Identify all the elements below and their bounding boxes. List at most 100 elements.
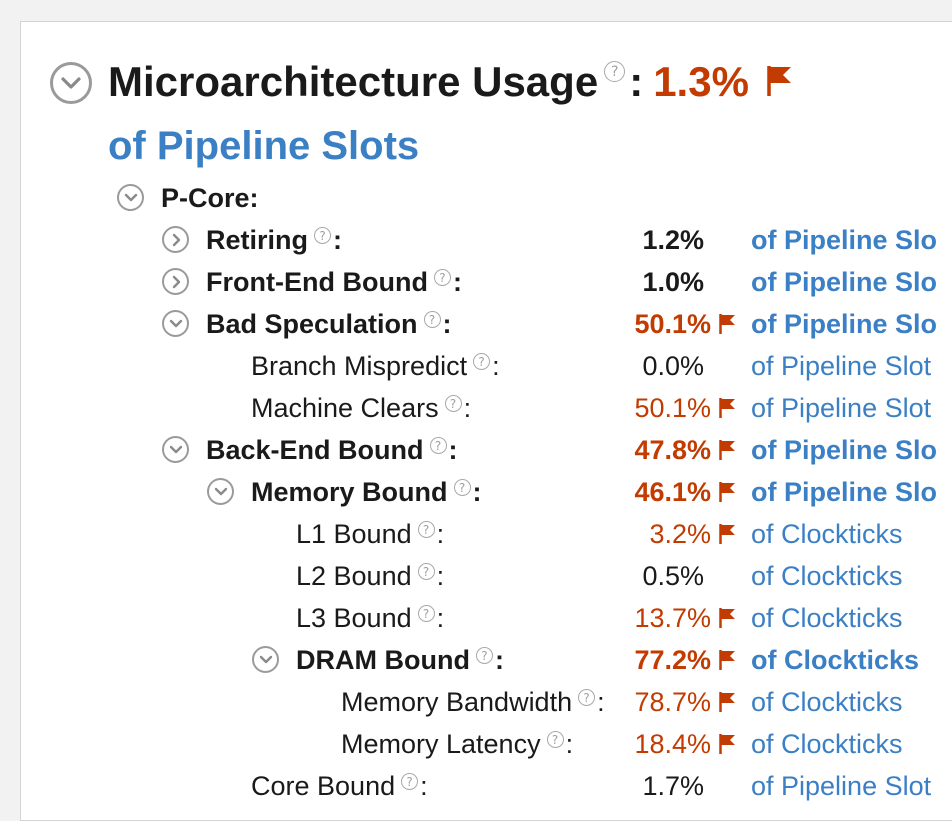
- metric-colon: :: [494, 645, 504, 675]
- warning-flag-icon: [718, 607, 736, 634]
- metric-label: Back-End Bound?:: [206, 434, 458, 466]
- help-icon[interactable]: ?: [444, 395, 462, 412]
- tree-row: L2 Bound?: 0.5% of Clockticks: [0, 554, 952, 596]
- tree-row: L1 Bound?: 3.2% of Clockticks: [0, 512, 952, 554]
- metric-value: 47.8%: [634, 435, 711, 465]
- help-icon[interactable]: ?: [433, 269, 451, 286]
- warning-flag-icon: [718, 523, 736, 550]
- metric-colon: :: [333, 225, 343, 255]
- tree-row: Machine Clears?: 50.1% of Pipeline Slot: [0, 386, 952, 428]
- metric-value: 78.7%: [634, 687, 711, 717]
- metric-unit: of Pipeline Slo: [751, 309, 938, 339]
- chevron-down-icon: [214, 487, 227, 495]
- warning-flag-icon: [718, 691, 736, 718]
- metric-colon: :: [436, 561, 445, 591]
- metric-colon: :: [442, 309, 452, 339]
- metric-colon: :: [565, 729, 574, 759]
- metric-label: Retiring?:: [206, 224, 342, 256]
- metric-unit: of Pipeline Slo: [751, 225, 938, 255]
- metric-unit: of Pipeline Slot: [751, 351, 932, 381]
- metric-value: 0.5%: [642, 561, 704, 591]
- metric-name: Bad Speculation: [206, 309, 418, 339]
- metric-name: Retiring: [206, 225, 309, 255]
- title-colon: :: [629, 58, 644, 105]
- metric-name: Memory Latency: [341, 729, 541, 759]
- metric-label: Machine Clears?:: [251, 392, 471, 424]
- collapse-toggle-icon[interactable]: [207, 478, 234, 505]
- tree-row: Bad Speculation?: 50.1% of Pipeline Slo: [0, 302, 952, 344]
- help-icon[interactable]: ?: [314, 227, 332, 244]
- metric-name: Branch Mispredict: [251, 351, 468, 381]
- help-icon[interactable]: ?: [417, 521, 435, 538]
- metric-label: L3 Bound?:: [296, 602, 444, 634]
- metric-colon: :: [472, 477, 482, 507]
- metric-name: L1 Bound: [296, 519, 412, 549]
- metric-colon: :: [436, 519, 445, 549]
- metric-name: L2 Bound: [296, 561, 412, 591]
- help-icon[interactable]: ?: [429, 437, 447, 454]
- help-icon[interactable]: ?: [453, 479, 471, 496]
- metric-unit: of Clockticks: [751, 729, 903, 759]
- chevron-down-icon: [259, 655, 272, 663]
- metric-unit: of Clockticks: [751, 687, 903, 717]
- metric-label: Core Bound?:: [251, 770, 428, 802]
- metric-unit: of Clockticks: [751, 603, 903, 633]
- chevron-right-icon: [172, 233, 180, 246]
- metric-name: Memory Bandwidth: [341, 687, 573, 717]
- help-icon[interactable]: ?: [546, 731, 564, 748]
- metric-value: 46.1%: [634, 477, 711, 507]
- help-icon[interactable]: ?: [578, 689, 596, 706]
- metric-label: Memory Bandwidth?:: [341, 686, 605, 718]
- warning-flag-icon: [718, 313, 736, 340]
- tree-row: Memory Latency?: 18.4% of Clockticks: [0, 722, 952, 764]
- help-icon[interactable]: ?: [423, 311, 441, 328]
- collapse-toggle-icon[interactable]: [162, 436, 189, 463]
- title-unit: of Pipeline Slots: [108, 124, 420, 168]
- title-value: 1.3%: [653, 58, 749, 105]
- help-icon[interactable]: ?: [417, 563, 435, 580]
- chevron-down-icon: [169, 319, 182, 327]
- metric-unit: of Pipeline Slo: [751, 267, 938, 297]
- metric-label: DRAM Bound?:: [296, 644, 504, 676]
- tree-row: DRAM Bound?: 77.2% of Clockticks: [0, 638, 952, 680]
- title-text: Microarchitecture Usage: [108, 58, 599, 105]
- metric-name: P-Core:: [161, 183, 259, 213]
- collapse-toggle-icon[interactable]: [162, 310, 189, 337]
- metric-colon: :: [463, 393, 472, 423]
- metric-name: Front-End Bound: [206, 267, 428, 297]
- help-icon[interactable]: ?: [604, 61, 626, 82]
- expand-toggle-icon[interactable]: [162, 226, 189, 253]
- metric-label: Bad Speculation?:: [206, 308, 452, 340]
- tree-row: Memory Bound?: 46.1% of Pipeline Slo: [0, 470, 952, 512]
- tree-row: P-Core:: [0, 176, 952, 218]
- metric-name: L3 Bound: [296, 603, 412, 633]
- warning-flag-icon: [718, 649, 736, 676]
- warning-flag-icon: [718, 439, 736, 466]
- metric-value: 1.7%: [642, 771, 704, 801]
- collapse-toggle-icon[interactable]: [50, 62, 92, 104]
- help-icon[interactable]: ?: [473, 353, 491, 370]
- tree-row: Front-End Bound?: 1.0% of Pipeline Slo: [0, 260, 952, 302]
- collapse-toggle-icon[interactable]: [252, 646, 279, 673]
- tree-row: Back-End Bound?: 47.8% of Pipeline Slo: [0, 428, 952, 470]
- collapse-toggle-icon[interactable]: [117, 184, 144, 211]
- metric-colon: :: [448, 435, 458, 465]
- metric-label: Memory Bound?:: [251, 476, 482, 508]
- metric-value: 0.0%: [642, 351, 704, 381]
- metric-unit: of Pipeline Slot: [751, 771, 932, 801]
- metric-colon: :: [492, 351, 500, 381]
- help-icon[interactable]: ?: [417, 605, 435, 622]
- warning-flag-icon: [718, 397, 736, 424]
- metric-unit: of Pipeline Slo: [751, 477, 938, 507]
- expand-toggle-icon[interactable]: [162, 268, 189, 295]
- metric-name: Core Bound: [251, 771, 396, 801]
- metric-label: L1 Bound?:: [296, 518, 444, 550]
- metric-name: Machine Clears: [251, 393, 439, 423]
- help-icon[interactable]: ?: [475, 647, 493, 664]
- warning-flag-icon: [718, 481, 736, 508]
- chevron-right-icon: [172, 275, 180, 288]
- metric-label: Front-End Bound?:: [206, 266, 462, 298]
- help-icon[interactable]: ?: [401, 773, 419, 790]
- tree-row: L3 Bound?: 13.7% of Clockticks: [0, 596, 952, 638]
- chevron-down-icon: [124, 193, 137, 201]
